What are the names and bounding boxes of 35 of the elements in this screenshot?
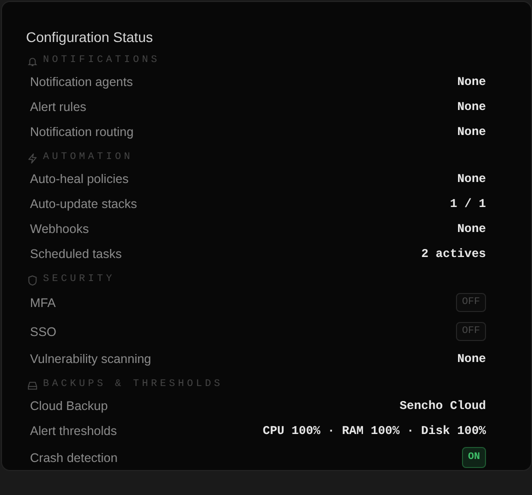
setting-value: 1 / 1 [450, 196, 486, 210]
setting-label: Alert thresholds [30, 424, 117, 438]
setting-label: Notification routing [30, 124, 134, 138]
setting-label: Auto-update stacks [30, 196, 138, 210]
section-heading: AUTOMATION [43, 152, 134, 164]
setting-label: Scheduled tasks [30, 246, 122, 260]
drive-icon [27, 380, 38, 390]
section-heading: NOTIFICATIONS [43, 55, 160, 67]
status-badge: ON [462, 447, 486, 468]
section-heading: SECURITY [43, 274, 116, 286]
shield-icon [27, 274, 38, 286]
setting-label: Notification agents [30, 74, 133, 88]
lightning-icon [27, 152, 38, 164]
setting-value: None [457, 352, 486, 366]
setting-label: Cloud Backup [30, 398, 108, 412]
status-badge: OFF [456, 293, 486, 312]
setting-value: None [457, 222, 486, 236]
status-badge: OFF [456, 322, 486, 341]
setting-value: None [457, 74, 486, 88]
setting-value: None [457, 100, 486, 114]
setting-value: None [457, 124, 486, 138]
setting-label: SSO [30, 324, 56, 338]
bell-icon [27, 56, 38, 66]
panel-title: Configuration Status [26, 28, 154, 47]
setting-value: Sencho Cloud [400, 398, 486, 412]
setting-label: Crash detection [30, 450, 118, 464]
setting-value: 2 actives [421, 246, 486, 260]
setting-value: CPU 100% · RAM 100% · Disk 100% [262, 424, 486, 438]
setting-label: Vulnerability scanning [30, 352, 152, 366]
setting-value: None [457, 172, 486, 186]
setting-label: Webhooks [30, 222, 89, 236]
setting-label: MFA [30, 296, 56, 310]
setting-label: Auto-heal policies [30, 172, 129, 186]
section-heading: BACKUPS & THRESHOLDS [43, 379, 224, 391]
setting-label: Alert rules [30, 100, 86, 114]
